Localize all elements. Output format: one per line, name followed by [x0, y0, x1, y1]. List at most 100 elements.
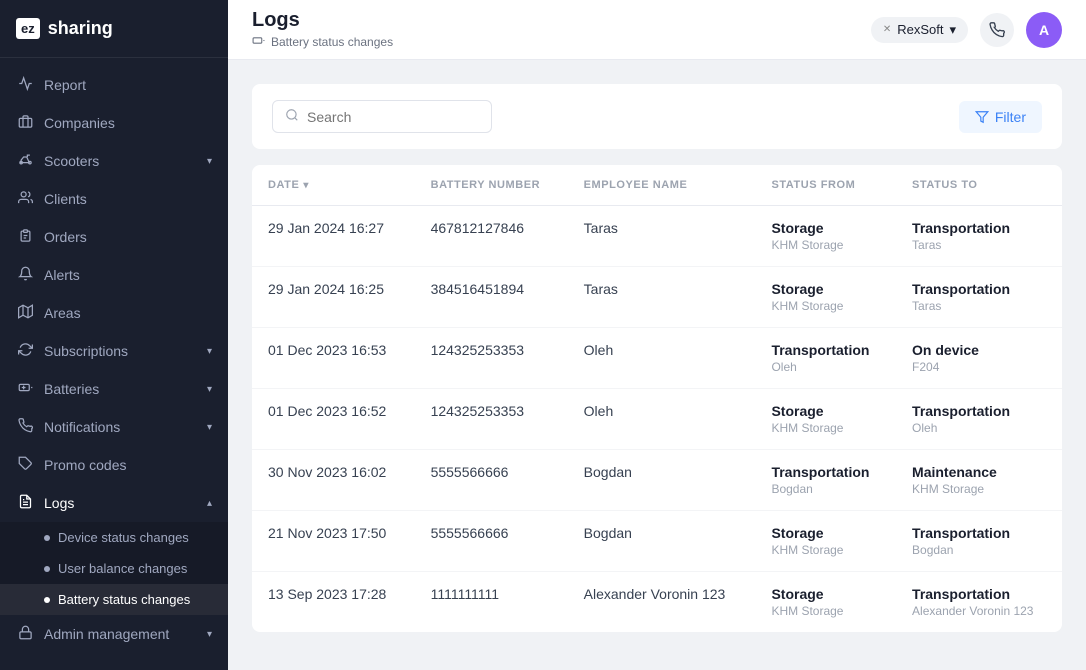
sidebar-nav: Report Companies Scooters ▾ Clients [0, 58, 228, 670]
cell-status-to: Transportation Alexander Voronin 123 [896, 572, 1062, 633]
sidebar-item-batteries[interactable]: Batteries ▾ [0, 370, 228, 408]
clients-icon [16, 190, 34, 208]
cell-employee: Taras [568, 267, 756, 328]
org-chevron-icon: ▾ [949, 22, 956, 38]
cell-status-from: Storage KHM Storage [755, 206, 896, 267]
org-selector[interactable]: ✕ RexSoft ▾ [871, 17, 968, 43]
cell-battery-number: 384516451894 [415, 267, 568, 328]
sidebar-item-scooters[interactable]: Scooters ▾ [0, 142, 228, 180]
cell-date: 13 Sep 2023 17:28 [252, 572, 415, 633]
notifications-icon [16, 418, 34, 436]
sidebar-item-report[interactable]: Report [0, 66, 228, 104]
sidebar-item-label: Report [44, 77, 212, 93]
sidebar: ez sharing Report Companies Scooters ▾ [0, 0, 228, 670]
cell-employee: Taras [568, 206, 756, 267]
sidebar-item-orders[interactable]: Orders [0, 218, 228, 256]
sidebar-item-companies[interactable]: Companies [0, 104, 228, 142]
col-status-from: STATUS FROM [755, 165, 896, 206]
cell-status-from: Storage KHM Storage [755, 389, 896, 450]
sidebar-item-label: Areas [44, 305, 212, 321]
sidebar-subitem-device-status[interactable]: Device status changes [0, 522, 228, 553]
breadcrumb-icon [252, 34, 265, 50]
logs-submenu: Device status changes User balance chang… [0, 522, 228, 615]
sidebar-item-label: Logs [44, 495, 197, 511]
bullet-icon [44, 535, 50, 541]
bullet-icon [44, 566, 50, 572]
breadcrumb: Battery status changes [252, 34, 393, 50]
cell-battery-number: 467812127846 [415, 206, 568, 267]
subscriptions-icon [16, 342, 34, 360]
cell-battery-number: 124325253353 [415, 389, 568, 450]
cell-status-to: Transportation Taras [896, 206, 1062, 267]
table-row: 21 Nov 2023 17:50 5555566666 Bogdan Stor… [252, 511, 1062, 572]
sidebar-item-label: Admin management [44, 626, 197, 642]
breadcrumb-text: Battery status changes [271, 35, 393, 49]
toolbar: Filter [252, 84, 1062, 149]
col-employee: EMPLOYEE NAME [568, 165, 756, 206]
orders-icon [16, 228, 34, 246]
logo-text: sharing [48, 18, 113, 39]
avatar[interactable]: A [1026, 12, 1062, 48]
chevron-down-icon: ▾ [207, 384, 212, 395]
cell-battery-number: 5555566666 [415, 450, 568, 511]
org-x: ✕ [883, 24, 891, 35]
sidebar-subitem-label: Battery status changes [58, 592, 190, 607]
cell-date: 01 Dec 2023 16:53 [252, 328, 415, 389]
filter-button[interactable]: Filter [959, 101, 1042, 133]
sidebar-subitem-user-balance[interactable]: User balance changes [0, 553, 228, 584]
batteries-icon [16, 380, 34, 398]
sidebar-item-label: Orders [44, 229, 212, 245]
notifications-btn[interactable] [980, 13, 1014, 47]
sidebar-item-alerts[interactable]: Alerts [0, 256, 228, 294]
col-battery-number: BATTERY NUMBER [415, 165, 568, 206]
logo[interactable]: ez sharing [0, 0, 228, 58]
sidebar-item-logs[interactable]: Logs ▴ [0, 484, 228, 522]
chevron-down-icon: ▾ [207, 629, 212, 640]
table-row: 30 Nov 2023 16:02 5555566666 Bogdan Tran… [252, 450, 1062, 511]
sidebar-item-label: Scooters [44, 153, 197, 169]
sidebar-item-subscriptions[interactable]: Subscriptions ▾ [0, 332, 228, 370]
cell-status-to: Maintenance KHM Storage [896, 450, 1062, 511]
cell-employee: Alexander Voronin 123 [568, 572, 756, 633]
bullet-icon [44, 597, 50, 603]
topbar-left: Logs Battery status changes [252, 9, 393, 50]
sidebar-item-areas[interactable]: Areas [0, 294, 228, 332]
search-icon [285, 108, 299, 125]
topbar-right: ✕ RexSoft ▾ A [871, 12, 1062, 48]
sidebar-subitem-label: Device status changes [58, 530, 189, 545]
main-content: Logs Battery status changes ✕ RexSoft ▾ … [228, 0, 1086, 670]
page-title: Logs [252, 9, 393, 32]
cell-date: 30 Nov 2023 16:02 [252, 450, 415, 511]
logo-box: ez [16, 18, 40, 39]
cell-battery-number: 1111111111 [415, 572, 568, 633]
sidebar-subitem-battery-status[interactable]: Battery status changes [0, 584, 228, 615]
admin-icon [16, 625, 34, 643]
companies-icon [16, 114, 34, 132]
sidebar-item-promo[interactable]: Promo codes [0, 446, 228, 484]
sidebar-item-notifications[interactable]: Notifications ▾ [0, 408, 228, 446]
sort-icon: ▾ [303, 180, 309, 191]
cell-date: 01 Dec 2023 16:52 [252, 389, 415, 450]
alerts-icon [16, 266, 34, 284]
col-date[interactable]: DATE ▾ [252, 165, 415, 206]
cell-battery-number: 5555566666 [415, 511, 568, 572]
scooters-icon [16, 152, 34, 170]
cell-battery-number: 124325253353 [415, 328, 568, 389]
chevron-up-icon: ▴ [207, 498, 212, 509]
report-icon [16, 76, 34, 94]
sidebar-item-admin[interactable]: Admin management ▾ [0, 615, 228, 653]
chevron-down-icon: ▾ [207, 156, 212, 167]
logs-icon [16, 494, 34, 512]
chevron-down-icon: ▾ [207, 346, 212, 357]
col-status-to: STATUS TO [896, 165, 1062, 206]
search-input[interactable] [307, 109, 479, 125]
topbar: Logs Battery status changes ✕ RexSoft ▾ … [228, 0, 1086, 60]
cell-status-from: Transportation Oleh [755, 328, 896, 389]
search-wrap[interactable] [272, 100, 492, 133]
cell-status-from: Transportation Bogdan [755, 450, 896, 511]
table-row: 29 Jan 2024 16:27 467812127846 Taras Sto… [252, 206, 1062, 267]
cell-employee: Bogdan [568, 450, 756, 511]
sidebar-item-clients[interactable]: Clients [0, 180, 228, 218]
promo-icon [16, 456, 34, 474]
sidebar-item-label: Batteries [44, 381, 197, 397]
